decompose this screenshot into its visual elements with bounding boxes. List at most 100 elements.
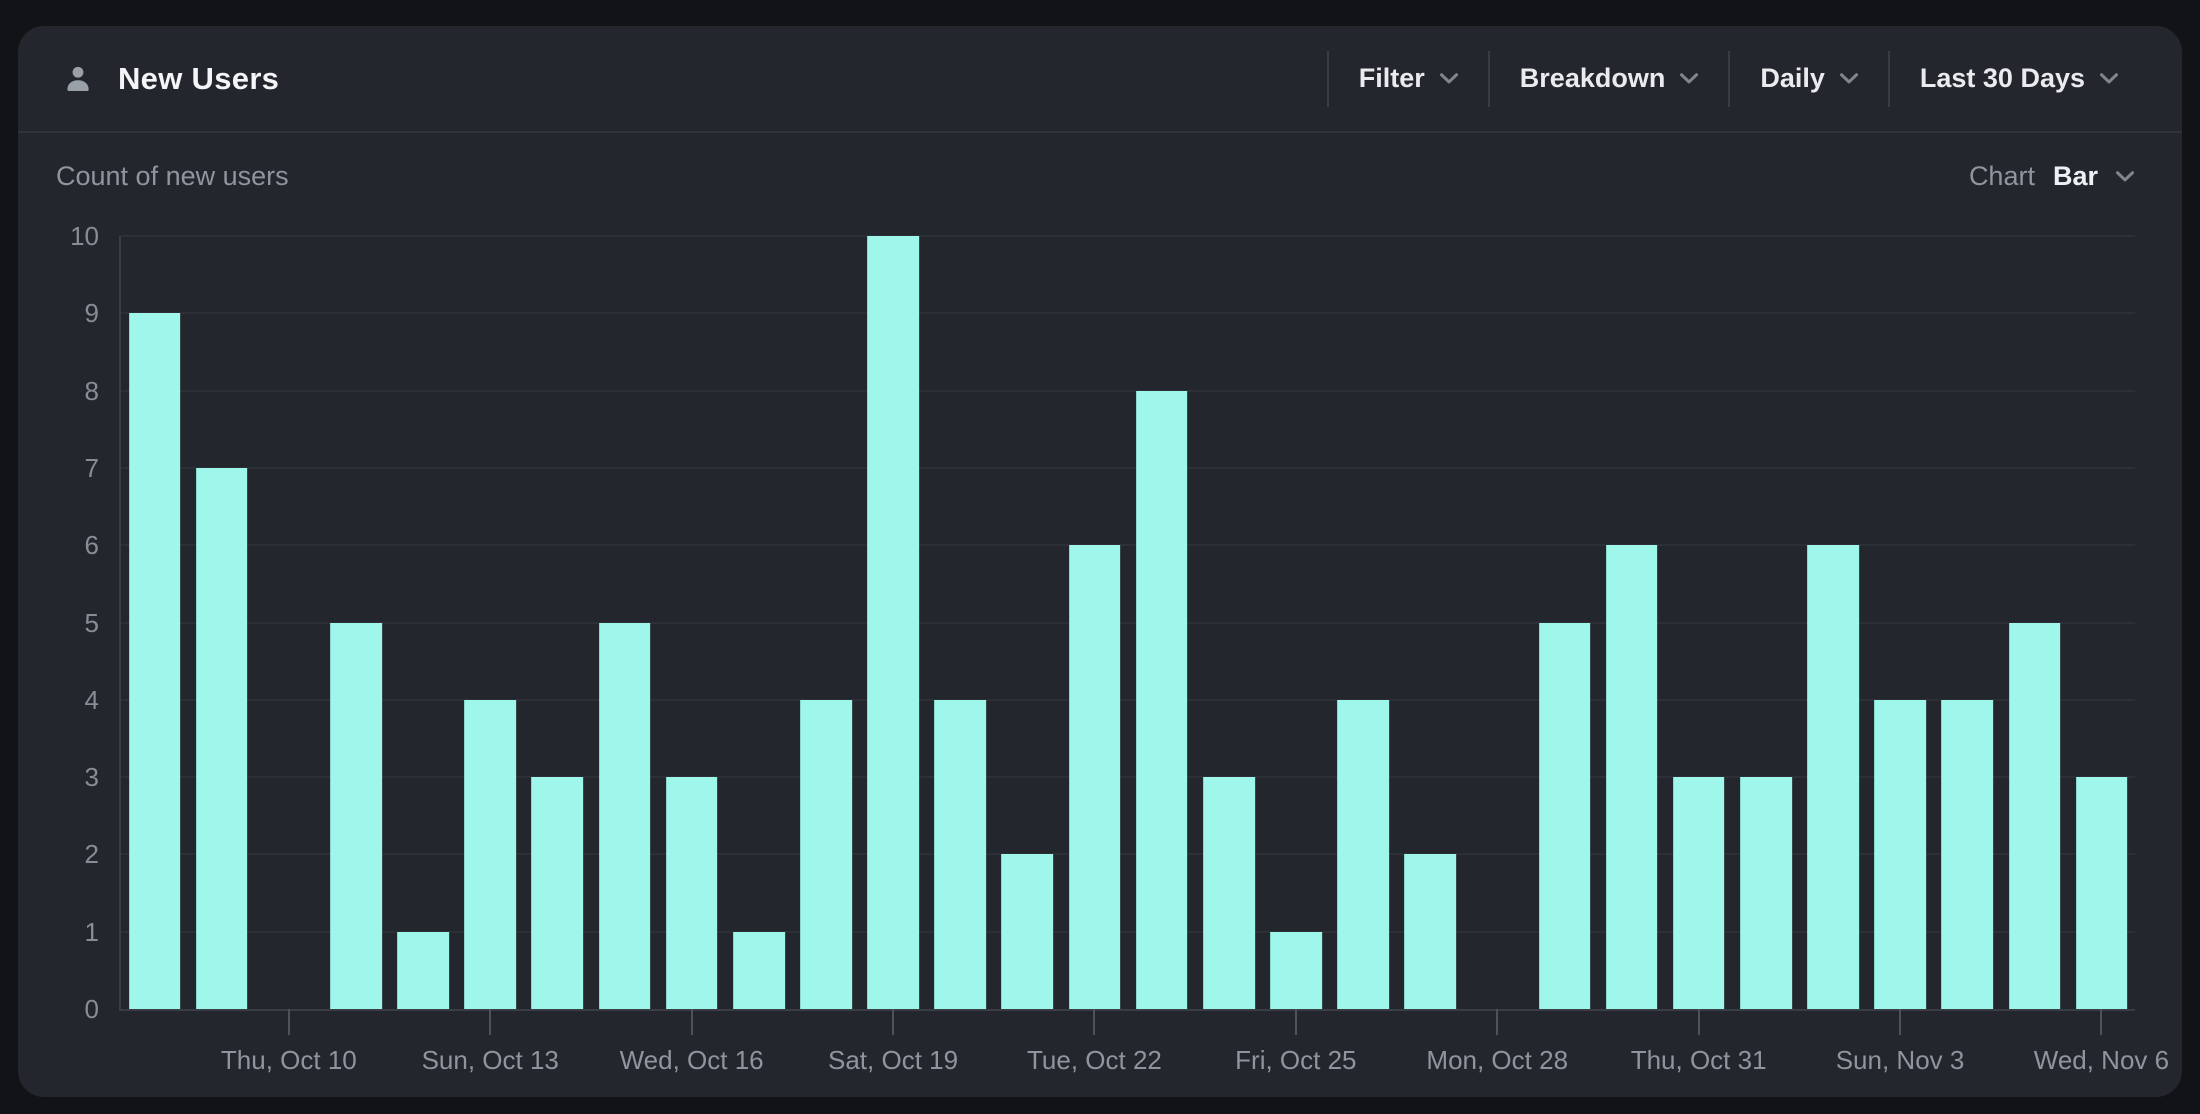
bar[interactable] — [1874, 700, 1926, 1009]
bar-slot — [2068, 236, 2135, 1009]
bar-slot — [1464, 236, 1531, 1009]
chart-type-selected-value: Bar — [2053, 161, 2098, 192]
x-axis-tick — [1093, 1009, 1095, 1035]
control-label: Daily — [1760, 63, 1825, 94]
bar-slot — [658, 236, 725, 1009]
chart-toolbar: Count of new users Chart Bar — [18, 133, 2182, 192]
bar[interactable] — [1337, 700, 1389, 1009]
control-breakdown[interactable]: Breakdown — [1490, 63, 1729, 94]
x-axis-tick — [1496, 1009, 1498, 1035]
bar[interactable] — [733, 932, 785, 1009]
bar-slot — [1195, 236, 1262, 1009]
x-axis-tick — [288, 1009, 290, 1035]
bar[interactable] — [464, 700, 516, 1009]
bar[interactable] — [1136, 391, 1188, 1009]
bar[interactable] — [2009, 623, 2061, 1010]
y-axis-tick-label: 0 — [85, 996, 99, 1022]
bar[interactable] — [666, 777, 718, 1009]
bar[interactable] — [1002, 854, 1054, 1009]
bar-slot — [457, 236, 524, 1009]
bar[interactable] — [196, 468, 248, 1009]
bar-slot — [121, 236, 188, 1009]
y-axis-tick-label: 10 — [70, 223, 99, 249]
y-axis-tick-label: 2 — [85, 841, 99, 867]
bar[interactable] — [934, 700, 986, 1009]
widget-title: New Users — [118, 61, 279, 97]
bar-slot — [994, 236, 1061, 1009]
bar-slot — [1934, 236, 2001, 1009]
bar-slot — [792, 236, 859, 1009]
bar[interactable] — [1807, 545, 1859, 1009]
x-axis-tick-label: Wed, Nov 6 — [2034, 1045, 2169, 1076]
y-axis-tick-label: 1 — [85, 919, 99, 945]
x-axis-tick — [1698, 1009, 1700, 1035]
bar-slot — [1330, 236, 1397, 1009]
y-axis-tick-label: 6 — [85, 532, 99, 558]
x-axis-tick-label: Tue, Oct 22 — [1027, 1045, 1162, 1076]
chart-type-dropdown[interactable]: Chart Bar — [1969, 161, 2134, 192]
bar[interactable] — [1270, 932, 1322, 1009]
bar[interactable] — [1673, 777, 1725, 1009]
x-axis-tick — [892, 1009, 894, 1035]
bar[interactable] — [1203, 777, 1255, 1009]
control-label: Last 30 Days — [1920, 63, 2085, 94]
chevron-down-icon — [2116, 170, 2134, 183]
bar[interactable] — [800, 700, 852, 1009]
bar-slot — [1867, 236, 1934, 1009]
bar-slot — [390, 236, 457, 1009]
y-axis-tick-label: 4 — [85, 687, 99, 713]
control-label: Filter — [1359, 63, 1425, 94]
bar[interactable] — [397, 932, 449, 1009]
x-axis-tick-label: Wed, Oct 16 — [620, 1045, 764, 1076]
x-axis-tick — [691, 1009, 693, 1035]
x-axis-tick — [489, 1009, 491, 1035]
bar[interactable] — [1404, 854, 1456, 1009]
x-axis-tick-label: Thu, Oct 31 — [1631, 1045, 1767, 1076]
bar-slot — [1397, 236, 1464, 1009]
chart-type-caption: Chart — [1969, 161, 2035, 192]
y-axis-tick-label: 9 — [85, 300, 99, 326]
chevron-down-icon — [2100, 72, 2118, 85]
bar[interactable] — [1539, 623, 1591, 1010]
bar-slot — [1800, 236, 1867, 1009]
chevron-down-icon — [1440, 72, 1458, 85]
x-axis-tick-label: Sun, Nov 3 — [1836, 1045, 1965, 1076]
bar-slot — [591, 236, 658, 1009]
bar-slot — [725, 236, 792, 1009]
control-label: Breakdown — [1520, 63, 1666, 94]
control-filter[interactable]: Filter — [1329, 63, 1488, 94]
metric-label: Count of new users — [56, 161, 289, 192]
person-icon — [60, 61, 96, 97]
control-last-30-days[interactable]: Last 30 Days — [1890, 63, 2148, 94]
x-axis-tick-label: Mon, Oct 28 — [1426, 1045, 1568, 1076]
plot-area: 012345678910Thu, Oct 10Sun, Oct 13Wed, O… — [119, 236, 2135, 1011]
bar-slot — [322, 236, 389, 1009]
bar[interactable] — [1069, 545, 1121, 1009]
bar[interactable] — [532, 777, 584, 1009]
y-axis-tick-label: 7 — [85, 455, 99, 481]
bar-slot — [524, 236, 591, 1009]
bar-series — [121, 236, 2135, 1009]
bar-slot — [1665, 236, 1732, 1009]
bar[interactable] — [129, 313, 181, 1009]
x-axis-tick-label: Sat, Oct 19 — [828, 1045, 958, 1076]
control-daily[interactable]: Daily — [1730, 63, 1888, 94]
new-users-widget: New Users Filter Breakdown Daily Last 30 Da… — [18, 26, 2182, 1097]
bar-slot — [1531, 236, 1598, 1009]
bar[interactable] — [1606, 545, 1658, 1009]
bar-slot — [255, 236, 322, 1009]
bar[interactable] — [599, 623, 651, 1010]
x-axis-tick-label: Sun, Oct 13 — [422, 1045, 559, 1076]
x-axis-tick — [2100, 1009, 2102, 1035]
bar-slot — [927, 236, 994, 1009]
bar[interactable] — [2076, 777, 2128, 1009]
bar[interactable] — [330, 623, 382, 1010]
bar-slot — [188, 236, 255, 1009]
y-axis-tick-label: 5 — [85, 610, 99, 636]
bar-slot — [860, 236, 927, 1009]
bar[interactable] — [1740, 777, 1792, 1009]
bar[interactable] — [867, 236, 919, 1009]
header-controls: Filter Breakdown Daily Last 30 Days — [1327, 51, 2148, 107]
bar[interactable] — [1942, 700, 1994, 1009]
widget-header: New Users Filter Breakdown Daily Last 30 Da… — [18, 26, 2182, 133]
